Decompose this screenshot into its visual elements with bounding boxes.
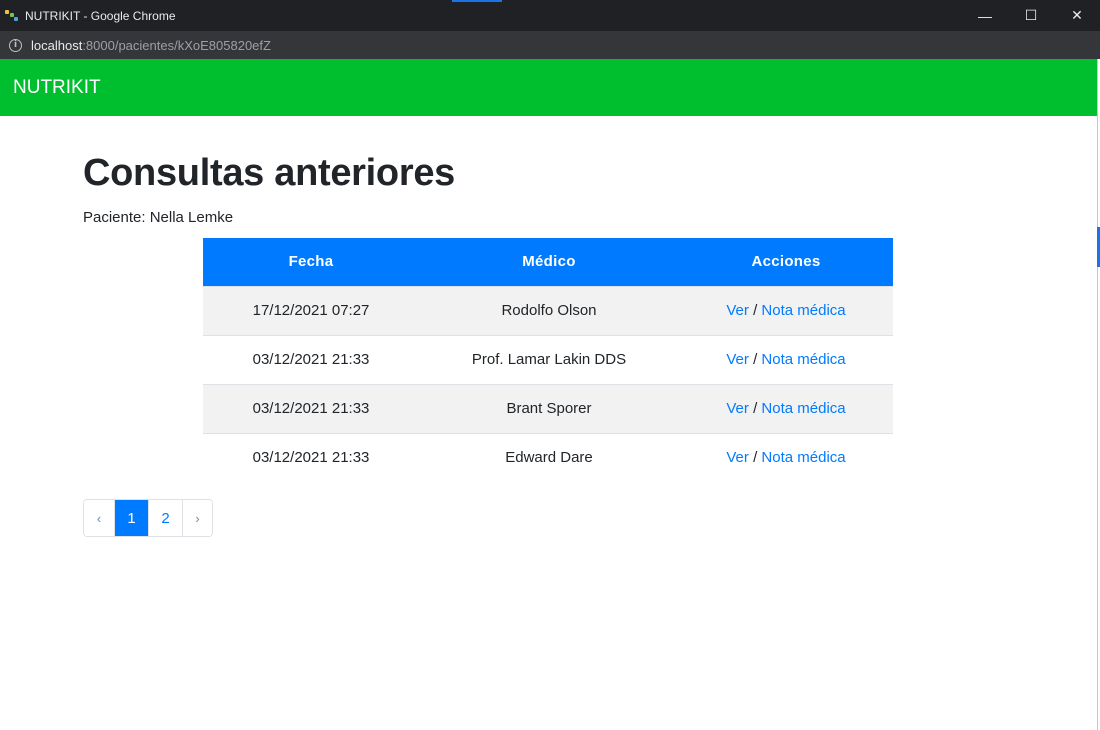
top-navbar: NUTRIKIT	[0, 59, 1100, 116]
cell-acciones: Ver / Nota médica	[679, 383, 893, 433]
cell-medico: Edward Dare	[419, 432, 679, 482]
tab-indicator	[452, 0, 502, 2]
app-favicon-icon	[5, 9, 19, 23]
patient-name: Paciente: Nella Lemke	[83, 209, 234, 226]
table-row: 03/12/2021 21:33 Edward Dare Ver / Nota …	[203, 432, 893, 482]
site-info-icon[interactable]: i	[9, 38, 22, 52]
previous-page-button[interactable]: ‹	[84, 500, 114, 536]
nota-medica-link[interactable]: Nota médica	[761, 302, 845, 319]
next-page-button[interactable]: ›	[182, 500, 212, 536]
cell-acciones: Ver / Nota médica	[679, 334, 893, 384]
action-separator: /	[753, 302, 758, 319]
window-controls: — ☐ ✕	[962, 0, 1100, 31]
cell-fecha: 03/12/2021 21:33	[203, 383, 419, 433]
browser-title-bar: NUTRIKIT - Google Chrome — ☐ ✕	[0, 0, 1100, 31]
url-text[interactable]: localhost:8000/pacientes/kXoE805820efZ	[31, 38, 271, 53]
page-title: Consultas anteriores	[83, 152, 455, 194]
action-separator: /	[753, 400, 758, 417]
table-row: 03/12/2021 21:33 Prof. Lamar Lakin DDS V…	[203, 334, 893, 384]
table-row: 17/12/2021 07:27 Rodolfo Olson Ver / Not…	[203, 285, 893, 335]
cell-acciones: Ver / Nota médica	[679, 285, 893, 335]
consultations-table: Fecha Médico Acciones 17/12/2021 07:27 R…	[203, 238, 893, 482]
cell-medico: Brant Sporer	[419, 383, 679, 433]
ver-link[interactable]: Ver	[726, 400, 749, 417]
cell-fecha: 03/12/2021 21:33	[203, 432, 419, 482]
nota-medica-link[interactable]: Nota médica	[761, 400, 845, 417]
minimize-button[interactable]: —	[962, 0, 1008, 31]
url-host: localhost	[31, 37, 83, 53]
cell-medico: Prof. Lamar Lakin DDS	[419, 334, 679, 384]
table-row: 03/12/2021 21:33 Brant Sporer Ver / Nota…	[203, 383, 893, 433]
maximize-button[interactable]: ☐	[1008, 0, 1054, 31]
ver-link[interactable]: Ver	[726, 351, 749, 368]
cell-acciones: Ver / Nota médica	[679, 432, 893, 482]
brand-link[interactable]: NUTRIKIT	[13, 77, 101, 99]
window-title: NUTRIKIT - Google Chrome	[25, 8, 176, 23]
ver-link[interactable]: Ver	[726, 449, 749, 466]
close-button[interactable]: ✕	[1054, 0, 1100, 31]
nota-medica-link[interactable]: Nota médica	[761, 351, 845, 368]
cell-fecha: 03/12/2021 21:33	[203, 334, 419, 384]
nota-medica-link[interactable]: Nota médica	[761, 449, 845, 466]
page-2-button[interactable]: 2	[148, 500, 182, 536]
ver-link[interactable]: Ver	[726, 302, 749, 319]
action-separator: /	[753, 449, 758, 467]
column-header-acciones: Acciones	[679, 238, 893, 286]
table-header-row: Fecha Médico Acciones	[203, 238, 893, 286]
column-header-medico: Médico	[419, 238, 679, 286]
address-bar[interactable]: i localhost:8000/pacientes/kXoE805820efZ	[0, 31, 1100, 59]
url-path: :8000/pacientes/kXoE805820efZ	[82, 37, 271, 53]
page-1-button[interactable]: 1	[114, 500, 148, 536]
cell-medico: Rodolfo Olson	[419, 285, 679, 335]
column-header-fecha: Fecha	[203, 238, 419, 286]
action-separator: /	[753, 351, 758, 368]
cell-fecha: 17/12/2021 07:27	[203, 285, 419, 335]
pagination: ‹ 1 2 ›	[83, 499, 213, 537]
